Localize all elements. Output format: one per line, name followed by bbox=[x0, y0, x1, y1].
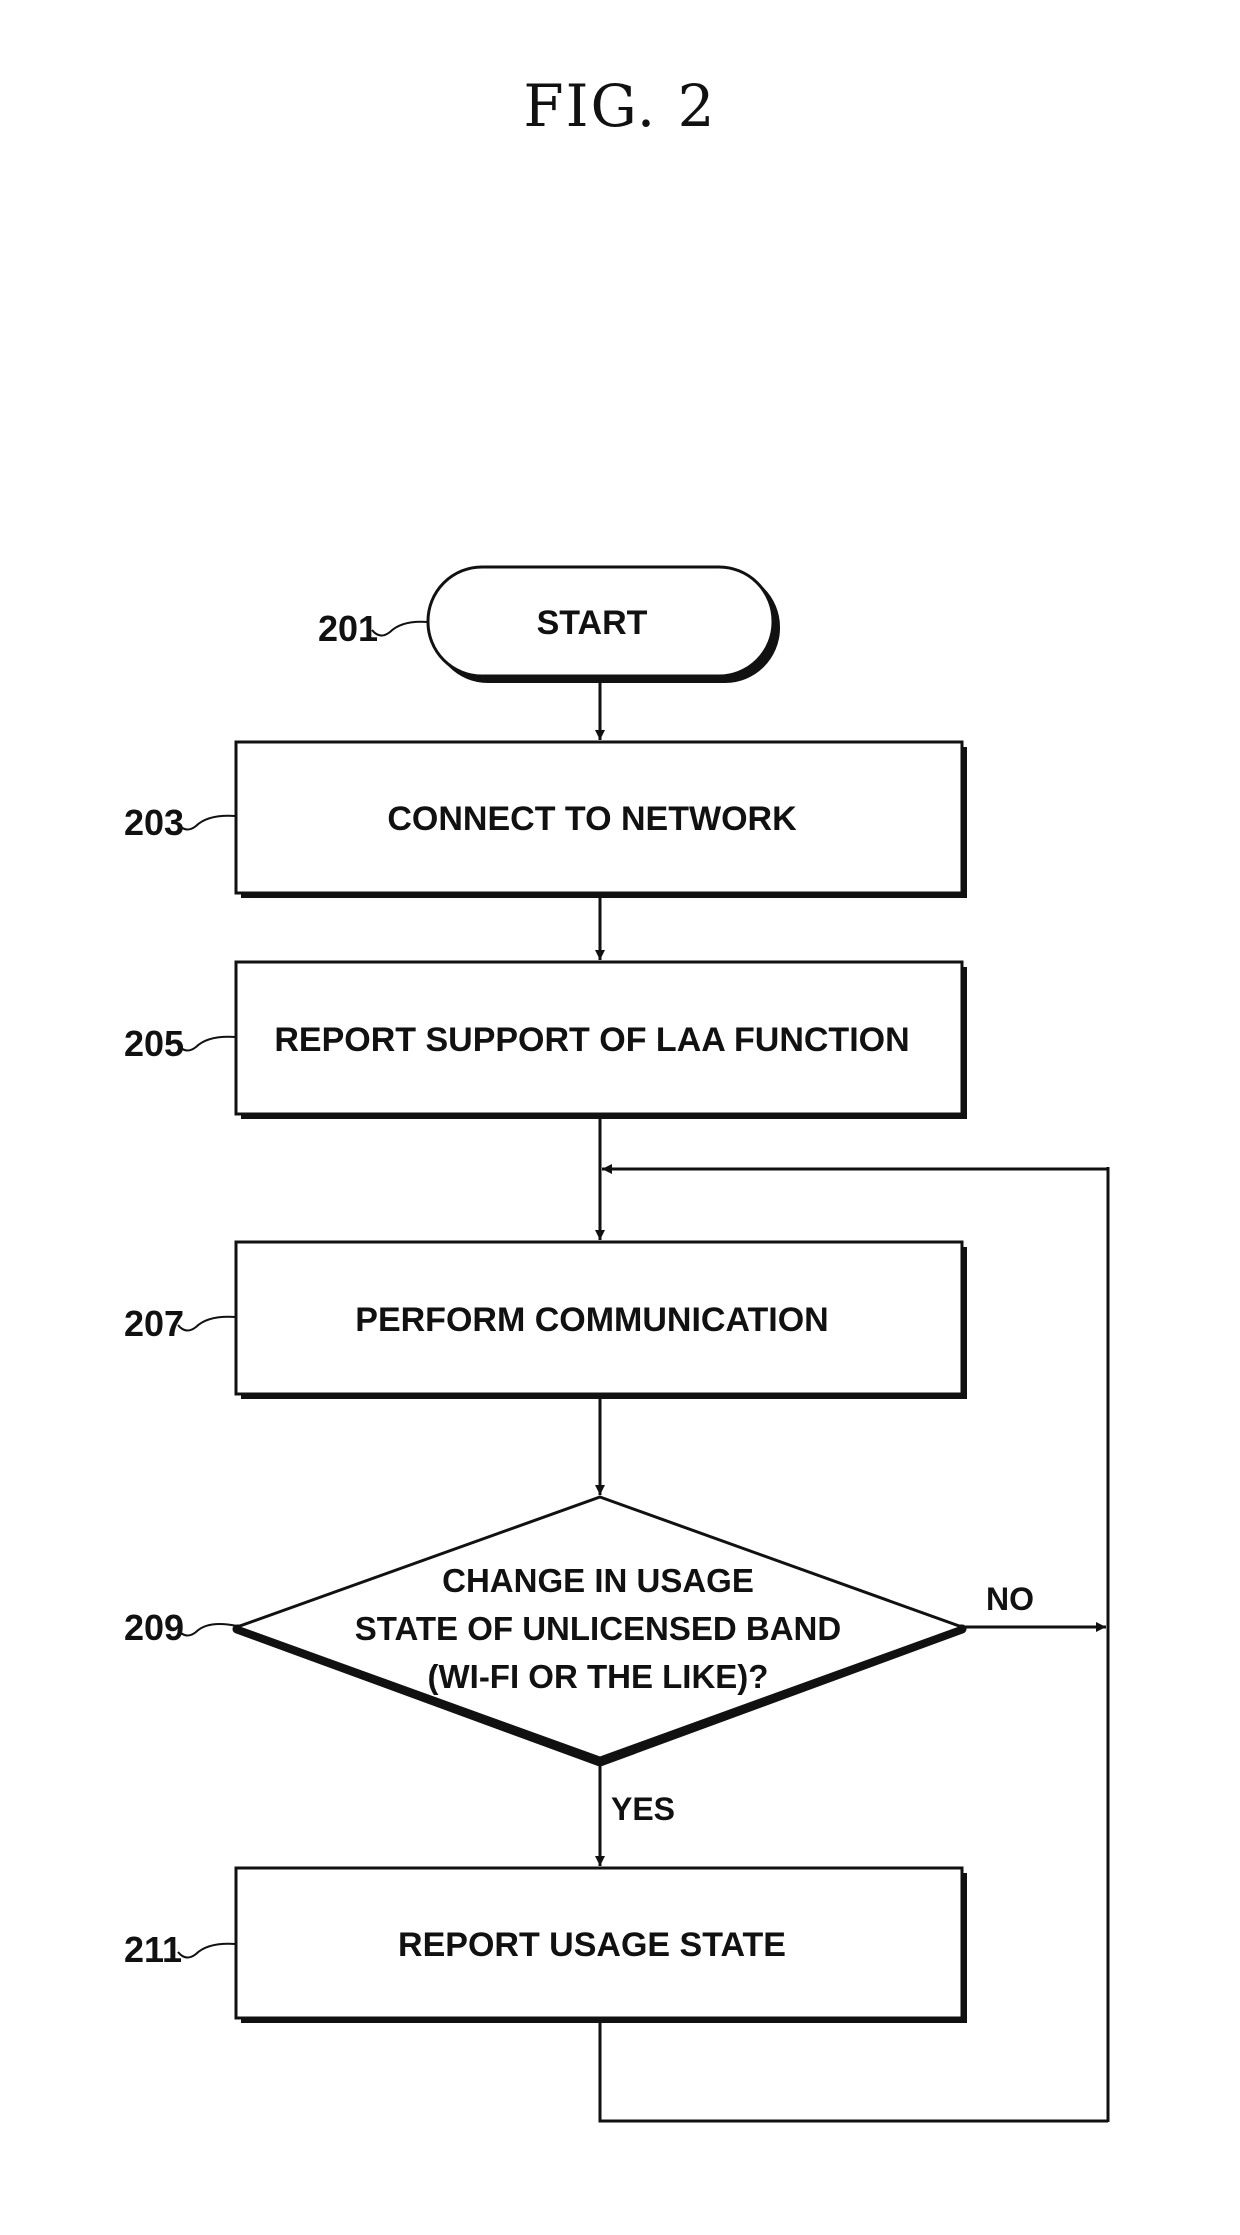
node-205-report-laa: REPORT SUPPORT OF LAA FUNCTION bbox=[234, 960, 967, 1119]
node-label: REPORT SUPPORT OF LAA FUNCTION bbox=[274, 1021, 909, 1059]
ref-number: 203 bbox=[124, 802, 184, 843]
ref-209: 209 bbox=[124, 1607, 238, 1648]
ref-number: 209 bbox=[124, 1607, 184, 1648]
decision-line-2: STATE OF UNLICENSED BAND bbox=[355, 1610, 841, 1647]
leader-squiggle bbox=[177, 814, 237, 831]
ref-number: 205 bbox=[124, 1023, 184, 1064]
ref-201: 201 bbox=[318, 608, 429, 649]
leader-squiggle bbox=[371, 620, 429, 637]
decision-line-1: CHANGE IN USAGE bbox=[442, 1562, 754, 1599]
node-label: START bbox=[537, 604, 648, 642]
ref-number: 211 bbox=[124, 1929, 182, 1970]
node-label: PERFORM COMMUNICATION bbox=[355, 1301, 828, 1339]
node-207-perform: PERFORM COMMUNICATION bbox=[234, 1240, 967, 1399]
node-label: REPORT USAGE STATE bbox=[398, 1926, 786, 1964]
leader-squiggle bbox=[177, 1942, 237, 1959]
node-label: CONNECT TO NETWORK bbox=[387, 800, 797, 838]
node-211-report-usage: REPORT USAGE STATE bbox=[234, 1866, 967, 2023]
node-203-connect: CONNECT TO NETWORK bbox=[234, 740, 967, 898]
ref-number: 207 bbox=[124, 1303, 184, 1344]
leader-squiggle bbox=[177, 1623, 238, 1637]
ref-205: 205 bbox=[124, 1023, 237, 1064]
ref-207: 207 bbox=[124, 1303, 237, 1344]
node-209-decision: CHANGE IN USAGE STATE OF UNLICENSED BAND… bbox=[232, 1495, 967, 1767]
leader-squiggle bbox=[177, 1315, 237, 1332]
label-no: NO bbox=[986, 1581, 1034, 1617]
leader-squiggle bbox=[177, 1035, 237, 1052]
ref-203: 203 bbox=[124, 802, 237, 843]
decision-line-3: (WI-FI OR THE LIKE)? bbox=[428, 1658, 769, 1695]
label-yes: YES bbox=[611, 1791, 675, 1827]
flowchart: START 201 CONNECT TO NETWORK 203 REPORT … bbox=[124, 565, 1110, 2123]
loop-bottom-line bbox=[598, 2023, 1108, 2123]
ref-211: 211 bbox=[124, 1929, 237, 1970]
ref-number: 201 bbox=[318, 608, 378, 649]
node-201-start: START bbox=[426, 565, 780, 683]
